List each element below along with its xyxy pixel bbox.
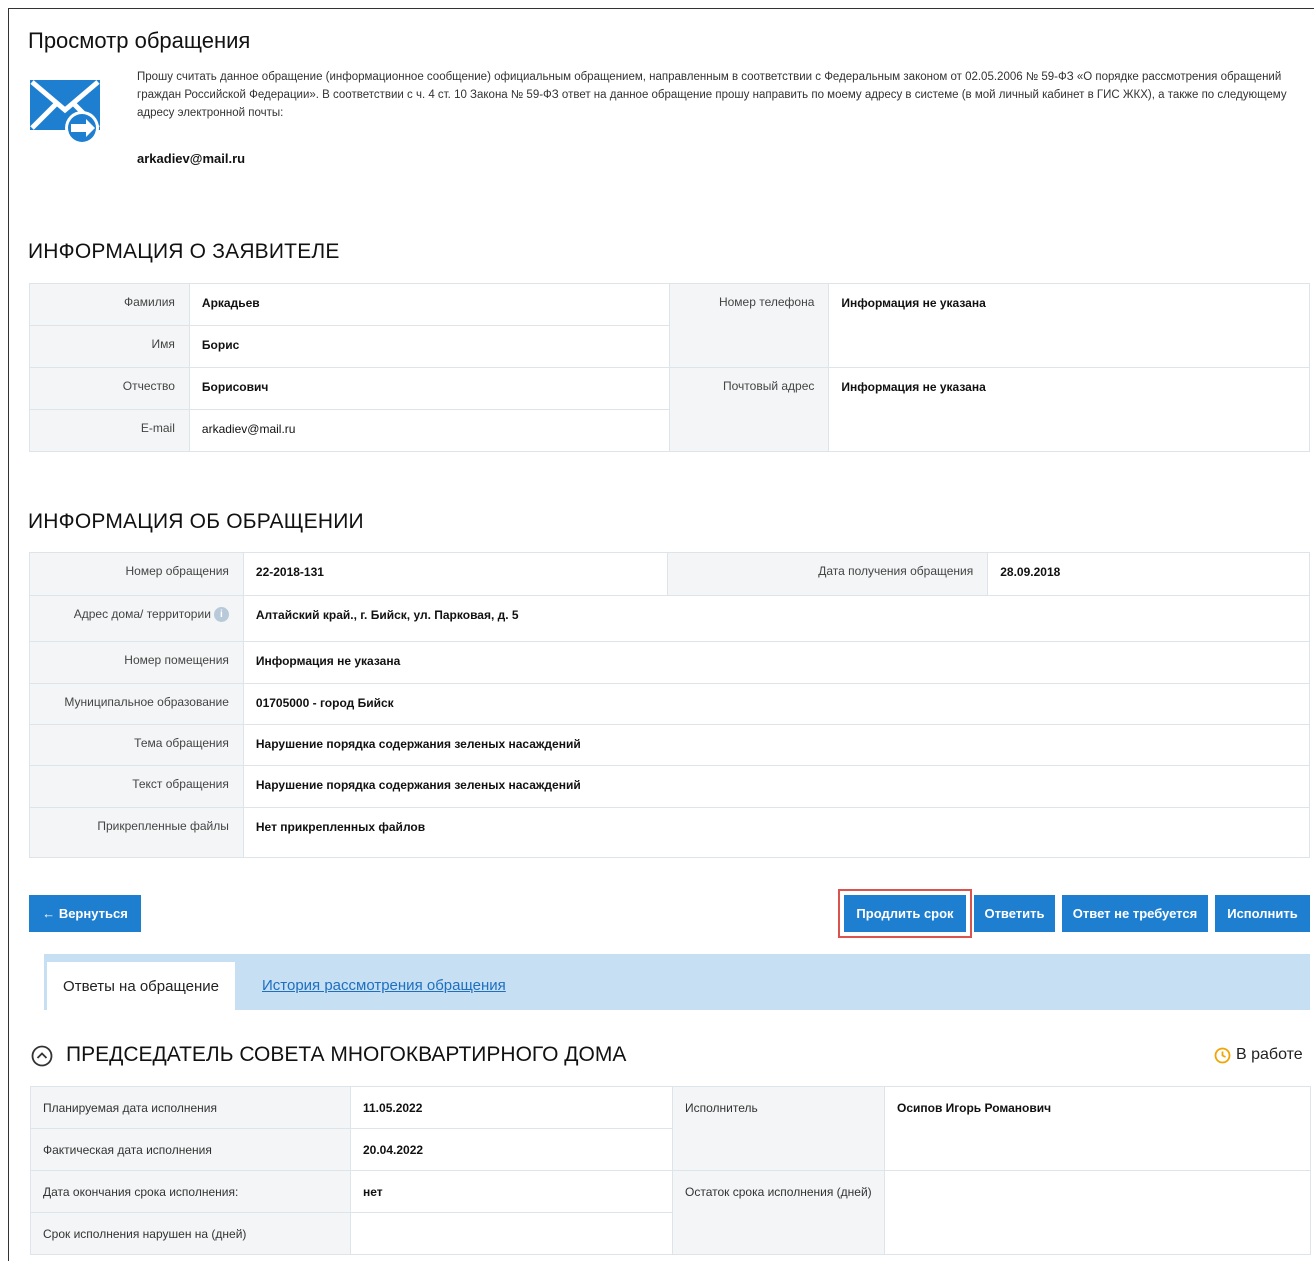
postal-value: Информация не указана bbox=[828, 367, 1310, 452]
number-label: Номер обращения bbox=[29, 552, 244, 596]
applicant-table: Фамилия Аркадьев Номер телефона Информац… bbox=[29, 283, 1310, 452]
municipality-value: 01705000 - город Бийск bbox=[242, 683, 1311, 725]
page-title: Просмотр обращения bbox=[28, 28, 251, 53]
end-label: Дата окончания срока исполнения: bbox=[30, 1170, 351, 1213]
intro-email: arkadiev@mail.ru bbox=[137, 151, 246, 166]
name-value: Борис bbox=[188, 325, 670, 368]
executor-label: Исполнитель bbox=[672, 1086, 885, 1171]
appeal-section-title: ИНФОРМАЦИЯ ОБ ОБРАЩЕНИИ bbox=[28, 510, 364, 533]
files-label: Прикрепленные файлы bbox=[29, 807, 244, 858]
planned-label: Планируемая дата исполнения bbox=[30, 1086, 351, 1129]
status-text: В работе bbox=[1236, 1046, 1303, 1063]
number-value: 22-2018-131 bbox=[242, 552, 669, 596]
envelope-forward-icon bbox=[30, 80, 100, 145]
actual-label: Фактическая дата исполнения bbox=[30, 1128, 351, 1171]
execute-button[interactable]: Исполнить bbox=[1215, 895, 1310, 932]
phone-label: Номер телефона bbox=[668, 283, 830, 368]
postal-label: Почтовый адрес bbox=[668, 367, 830, 452]
room-label: Номер помещения bbox=[29, 641, 244, 684]
remaining-label: Остаток срока исполнения (дней) bbox=[672, 1170, 885, 1255]
response-table: Планируемая дата исполнения 11.05.2022 И… bbox=[30, 1086, 1311, 1255]
end-value: нет bbox=[350, 1170, 673, 1213]
tab-responses[interactable]: Ответы на обращение bbox=[47, 962, 235, 1010]
municipality-label: Муниципальное образование bbox=[29, 683, 244, 725]
status-badge: В работе bbox=[1214, 1046, 1303, 1064]
clock-icon bbox=[1214, 1047, 1231, 1063]
planned-value: 11.05.2022 bbox=[350, 1086, 673, 1129]
topic-label: Тема обращения bbox=[29, 724, 244, 766]
phone-value: Информация не указана bbox=[828, 283, 1310, 368]
patronymic-value: Борисович bbox=[188, 367, 670, 410]
no-reply-button[interactable]: Ответ не требуется bbox=[1062, 895, 1208, 932]
actual-value: 20.04.2022 bbox=[350, 1128, 673, 1171]
email-label: E-mail bbox=[29, 409, 190, 452]
room-value: Информация не указана bbox=[242, 641, 1311, 684]
text-value: Нарушение порядка содержания зеленых нас… bbox=[242, 765, 1311, 808]
address-label-cell: Адрес дома/ территории i bbox=[29, 595, 244, 642]
intro-text: Прошу считать данное обращение (информац… bbox=[137, 71, 1287, 119]
applicant-section-title: ИНФОРМАЦИЯ О ЗАЯВИТЕЛЕ bbox=[28, 240, 340, 263]
remaining-value bbox=[884, 1170, 1311, 1255]
tab-history[interactable]: История рассмотрения обращения bbox=[262, 977, 506, 994]
chevron-up-icon[interactable] bbox=[31, 1045, 53, 1067]
text-label: Текст обращения bbox=[29, 765, 244, 808]
response-title: ПРЕДСЕДАТЕЛЬ СОВЕТА МНОГОКВАРТИРНОГО ДОМ… bbox=[66, 1043, 627, 1066]
files-value: Нет прикрепленных файлов bbox=[242, 807, 1311, 858]
date-value: 28.09.2018 bbox=[987, 552, 1310, 596]
violated-label: Срок исполнения нарушен на (дней) bbox=[30, 1212, 351, 1255]
patronymic-label: Отчество bbox=[29, 367, 190, 410]
email-value: arkadiev@mail.ru bbox=[188, 409, 670, 452]
reply-button[interactable]: Ответить bbox=[974, 895, 1055, 932]
extend-deadline-button[interactable]: Продлить срок bbox=[844, 895, 966, 932]
surname-value: Аркадьев bbox=[188, 283, 670, 326]
info-icon[interactable]: i bbox=[213, 607, 229, 623]
address-value: Алтайский край., г. Бийск, ул. Парковая,… bbox=[242, 595, 1311, 642]
executor-value: Осипов Игорь Романович bbox=[884, 1086, 1311, 1171]
appeal-table: Номер обращения 22-2018-131 Дата получен… bbox=[29, 552, 1311, 858]
violated-value bbox=[350, 1212, 673, 1255]
address-label: Адрес дома/ территории bbox=[73, 607, 211, 621]
date-label: Дата получения обращения bbox=[667, 552, 989, 596]
name-label: Имя bbox=[29, 325, 190, 368]
topic-value: Нарушение порядка содержания зеленых нас… bbox=[242, 724, 1311, 766]
surname-label: Фамилия bbox=[29, 283, 190, 326]
back-button[interactable]: ← Вернуться bbox=[29, 895, 141, 932]
